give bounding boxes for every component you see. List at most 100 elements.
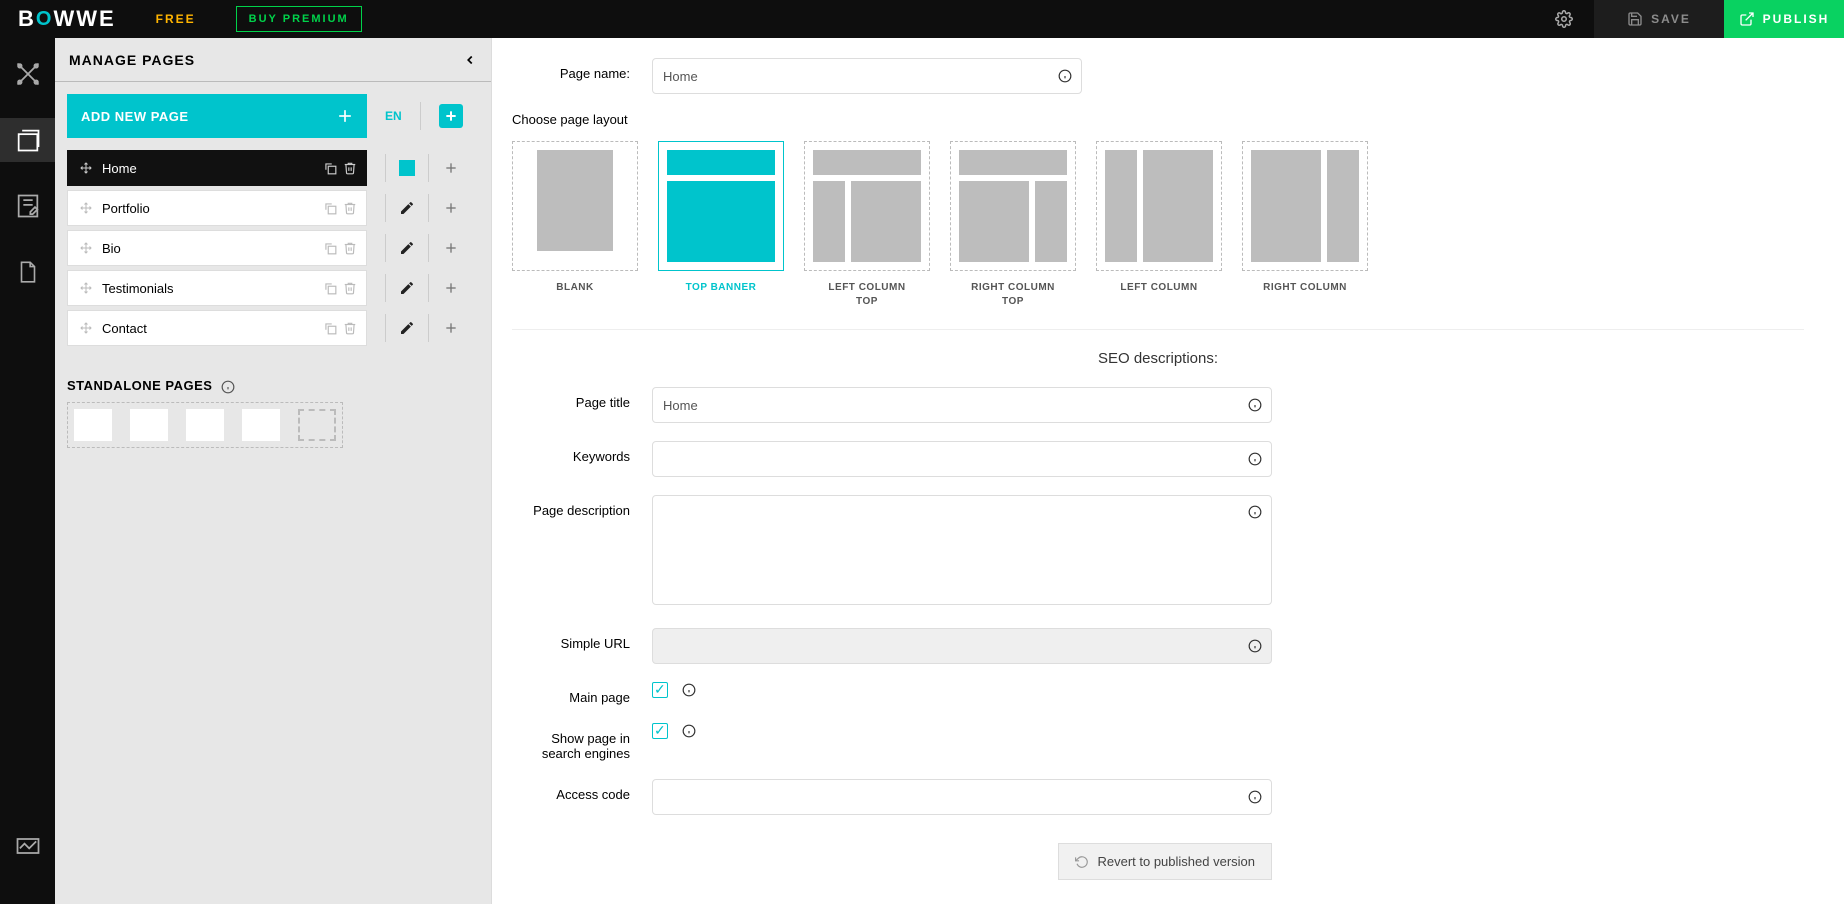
- layout-option-right_column[interactable]: RIGHT COLUMN: [1242, 141, 1368, 309]
- save-icon: [1627, 11, 1643, 27]
- page-tile[interactable]: Home: [67, 150, 367, 186]
- info-button[interactable]: [1248, 452, 1262, 466]
- add-subpage-button[interactable]: [429, 234, 473, 262]
- info-button[interactable]: [1058, 69, 1072, 83]
- standalone-slot[interactable]: [242, 409, 280, 441]
- layout-option-left_column[interactable]: LEFT COLUMN: [1096, 141, 1222, 309]
- rail-page-button[interactable]: [0, 250, 55, 294]
- add-subpage-button[interactable]: [429, 274, 473, 302]
- edit-page-button[interactable]: [385, 314, 429, 342]
- logo[interactable]: BOWWE: [18, 6, 116, 32]
- layout-option-right_column_top[interactable]: RIGHT COLUMNTOP: [950, 141, 1076, 309]
- trash-icon[interactable]: [342, 240, 358, 256]
- page-tile[interactable]: Portfolio: [67, 190, 367, 226]
- drag-handle-icon[interactable]: [78, 200, 94, 216]
- page-list: Home Portfolio Bio Testimonials Contact: [55, 150, 491, 350]
- standalone-slot[interactable]: [74, 409, 112, 441]
- buy-premium-button[interactable]: BUY PREMIUM: [236, 6, 362, 32]
- standalone-pages-title: STANDALONE PAGES: [55, 350, 491, 402]
- trash-icon[interactable]: [342, 280, 358, 296]
- page-name-label: Testimonials: [102, 281, 174, 296]
- plus-icon: [443, 160, 459, 176]
- add-new-page-button[interactable]: ADD NEW PAGE: [67, 94, 367, 138]
- standalone-pages-label: STANDALONE PAGES: [67, 378, 212, 393]
- divider: [512, 329, 1804, 330]
- info-button[interactable]: [1248, 505, 1262, 519]
- page-tile[interactable]: Contact: [67, 310, 367, 346]
- rail-forms-button[interactable]: [0, 184, 55, 228]
- add-standalone-slot[interactable]: [298, 409, 336, 441]
- page-tile[interactable]: Testimonials: [67, 270, 367, 306]
- settings-button[interactable]: [1534, 0, 1594, 38]
- logo-text-b: B: [18, 6, 36, 32]
- layout-label: RIGHT COLUMN: [1263, 281, 1347, 295]
- copy-icon[interactable]: [322, 280, 338, 296]
- drag-handle-icon[interactable]: [78, 160, 94, 176]
- copy-icon[interactable]: [322, 240, 338, 256]
- edit-page-button[interactable]: [385, 154, 429, 182]
- keywords-input[interactable]: [652, 441, 1272, 477]
- copy-icon[interactable]: [322, 320, 338, 336]
- page-description-input[interactable]: [652, 495, 1272, 605]
- drag-handle-icon[interactable]: [78, 240, 94, 256]
- standalone-slot[interactable]: [186, 409, 224, 441]
- logo-text-o: O: [36, 8, 54, 31]
- topbar: BOWWE FREE BUY PREMIUM SAVE PUBLISH: [0, 0, 1844, 38]
- edit-page-button[interactable]: [385, 234, 429, 262]
- info-button[interactable]: [1248, 398, 1262, 412]
- copy-icon[interactable]: [322, 160, 338, 176]
- copy-icon[interactable]: [322, 200, 338, 216]
- show-search-label-2: search engines: [542, 746, 630, 761]
- layout-option-left_column_top[interactable]: LEFT COLUMNTOP: [804, 141, 930, 309]
- rail-pages-button[interactable]: [0, 118, 55, 162]
- page-tile[interactable]: Bio: [67, 230, 367, 266]
- info-icon: [1058, 69, 1072, 83]
- page-row: Portfolio: [67, 190, 479, 226]
- page-row: Home: [67, 150, 479, 186]
- main-page-row: Main page: [512, 682, 1804, 705]
- publish-button[interactable]: PUBLISH: [1724, 0, 1844, 38]
- layout-label: BLANK: [556, 281, 594, 295]
- rail-design-button[interactable]: [0, 52, 55, 96]
- info-button[interactable]: [1248, 639, 1262, 653]
- page-name-label: Contact: [102, 321, 147, 336]
- info-icon[interactable]: [221, 380, 235, 394]
- layout-option-top_banner[interactable]: TOP BANNER: [658, 141, 784, 309]
- add-subpage-button[interactable]: [429, 194, 473, 222]
- left-rail: [0, 38, 55, 904]
- trash-icon[interactable]: [342, 200, 358, 216]
- trash-icon[interactable]: [342, 160, 358, 176]
- main-page-checkbox[interactable]: [652, 682, 668, 698]
- edit-page-button[interactable]: [385, 194, 429, 222]
- revert-button[interactable]: Revert to published version: [1058, 843, 1272, 880]
- edit-page-button[interactable]: [385, 274, 429, 302]
- page-name-input[interactable]: [652, 58, 1082, 94]
- collapse-panel-button[interactable]: [463, 53, 477, 67]
- pencil-icon: [399, 160, 415, 176]
- keywords-label: Keywords: [512, 441, 652, 464]
- plan-badge: FREE: [156, 12, 196, 26]
- revert-label: Revert to published version: [1097, 854, 1255, 869]
- page-title-input[interactable]: [652, 387, 1272, 423]
- add-subpage-button[interactable]: [429, 154, 473, 182]
- pencil-icon: [399, 240, 415, 256]
- access-code-input[interactable]: [652, 779, 1272, 815]
- page-name-label: Bio: [102, 241, 121, 256]
- add-language-button[interactable]: [439, 104, 463, 128]
- language-label[interactable]: EN: [385, 109, 402, 123]
- rail-stats-button[interactable]: [0, 824, 55, 868]
- info-button[interactable]: [682, 683, 696, 697]
- layout-option-blank[interactable]: BLANK: [512, 141, 638, 309]
- simple-url-row: Simple URL: [512, 628, 1804, 664]
- drag-handle-icon[interactable]: [78, 280, 94, 296]
- standalone-slot[interactable]: [130, 409, 168, 441]
- save-button[interactable]: SAVE: [1594, 0, 1724, 38]
- add-row: ADD NEW PAGE EN: [55, 82, 491, 146]
- show-search-label: Show page in search engines: [512, 723, 652, 761]
- drag-handle-icon[interactable]: [78, 320, 94, 336]
- info-button[interactable]: [682, 724, 696, 738]
- show-search-checkbox[interactable]: [652, 723, 668, 739]
- add-subpage-button[interactable]: [429, 314, 473, 342]
- info-button[interactable]: [1248, 790, 1262, 804]
- trash-icon[interactable]: [342, 320, 358, 336]
